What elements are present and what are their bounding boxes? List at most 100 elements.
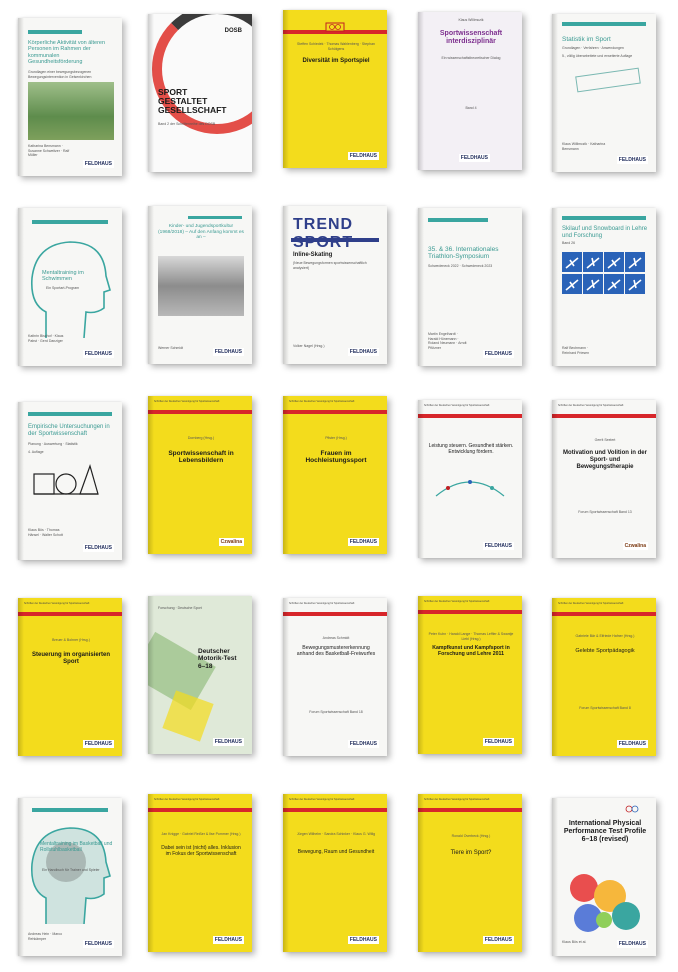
book-cover[interactable]: TREND SPORT Inline-Skating (Neue Bewegun… — [283, 206, 387, 364]
book-cover[interactable]: Schriften der Deutschen Vereinigung für … — [283, 794, 387, 952]
cover-stripe — [418, 808, 522, 812]
cover-photo — [28, 82, 114, 140]
publisher-logo: FELDHAUS — [347, 936, 379, 944]
cover-stripe — [148, 808, 252, 812]
cover-stripe — [562, 22, 646, 26]
book-title: Tiere im Sport? — [450, 850, 492, 856]
publisher-logo: FELDHAUS — [347, 740, 379, 748]
dvs-logo-icon — [325, 22, 345, 32]
book-edition: 5., völlig überarbeitete und erweiterte … — [562, 54, 633, 58]
book-subtitle: Planung · Auswertung · Statistik — [28, 442, 78, 446]
publisher-logo: FELDHAUS — [212, 936, 244, 944]
geometry-drawing-icon — [33, 464, 99, 495]
series-title: Schriften der Deutschen Vereinigung für … — [424, 798, 490, 801]
book-title: Diversität im Sportspiel — [302, 58, 370, 64]
publisher-logo: FELDHAUS — [616, 940, 648, 948]
book-authors: Ronald Overbeck (Hrsg.) — [451, 834, 491, 838]
publisher-logo: FELDHAUS — [482, 738, 514, 746]
book-title: Motivation und Volition in der Sport- un… — [563, 450, 647, 470]
book-band: Forum Sportwissenschaft Band 18 — [309, 710, 363, 714]
book-cover[interactable]: Schriften der Deutschen Vereinigung für … — [283, 396, 387, 554]
publisher-logo: FELDHAUS — [212, 738, 244, 746]
book-title: Empirische Untersuchungen in der Sportwi… — [28, 424, 110, 437]
book-title: Kampfkunst und Kampfsport in Forschung u… — [432, 645, 510, 657]
book-title: Statistik im Sport — [562, 36, 611, 43]
book-cover[interactable]: Schriften der Deutschen Vereinigung für … — [148, 794, 252, 952]
cover-stripe — [283, 410, 387, 414]
book-authors: Gabriele Bär & Elfriede Hafner (Hrsg.) — [575, 634, 635, 638]
series-title: Schriften der Deutschen Vereinigung für … — [289, 602, 355, 605]
book-subtitle: Ein wissenschaftstheoretischer Dialog — [441, 56, 501, 60]
book-authors: Gerrit Seelert — [594, 438, 616, 442]
book-cover[interactable]: Forschung · Deutsche Sport Deutscher Mot… — [148, 596, 252, 754]
publisher-logo: FELDHAUS — [82, 350, 114, 358]
book-cover[interactable]: Schriften der Deutschen Vereinigung für … — [148, 396, 252, 554]
book-authors: Dornberg (Hrsg.) — [187, 436, 215, 440]
brand-logo: TREND SPORT — [293, 216, 354, 252]
cover-stripe — [28, 30, 82, 34]
book-cover[interactable]: Körperliche Aktivität von älteren Person… — [18, 18, 122, 176]
book-cover[interactable]: Schriften der Deutschen Vereinigung für … — [418, 596, 522, 754]
book-band: Forum Sportwissenschaft Band 8 — [579, 706, 631, 710]
book-cover[interactable]: Empirische Untersuchungen in der Sportwi… — [18, 402, 122, 560]
book-cover[interactable]: Klaus Willimczik Sportwissenschaft inter… — [418, 12, 522, 170]
book-cover[interactable]: Schriften der Deutschen Vereinigung für … — [418, 794, 522, 952]
book-cover[interactable]: Schriften der Deutschen Vereinigung für … — [283, 598, 387, 756]
publisher-logo: FELDHAUS — [482, 936, 514, 944]
book-authors: Jürgen Wilhelm · Sandra Schinker · Klaus… — [296, 832, 376, 836]
book-cover[interactable]: Schriften der Deutschen Vereinigung für … — [552, 400, 656, 558]
book-cover[interactable]: Steffen Schiedek · Thomas Wahlenberg · S… — [283, 10, 387, 168]
publisher-logo: FELDHAUS — [82, 544, 114, 552]
book-band: Band 4 — [465, 106, 477, 110]
publisher-logo: FELDHAUS — [458, 154, 490, 162]
book-cover[interactable]: Kinder- und Jugendsportkultur (1968/2018… — [148, 206, 252, 364]
series-title: Schriften der Deutschen Vereinigung für … — [289, 798, 355, 801]
series-title: Schriften der Deutschen Vereinigung für … — [154, 400, 220, 403]
publisher-logo: FELDHAUS — [616, 156, 648, 164]
series-title: Schriften der Deutschen Vereinigung für … — [154, 798, 220, 801]
book-cover[interactable]: International Physical Performance Test … — [552, 798, 656, 956]
book-title: Sportwissenschaft in Lebensbildern — [168, 450, 234, 465]
book-cover[interactable]: Mentaltraining im Basketball und Rollstu… — [18, 798, 122, 956]
publisher-logo: Czwalina — [218, 538, 244, 546]
book-title: International Physical Performance Test … — [563, 820, 647, 844]
book-edition: 4. Auflage — [28, 450, 44, 454]
series-title: Schriften der Deutschen Vereinigung für … — [424, 600, 490, 603]
book-title: Sportwissenschaft interdisziplinär — [439, 30, 503, 46]
book-cover[interactable]: Schriften der Deutschen Vereinigung für … — [418, 400, 522, 558]
book-cover[interactable]: Mentaltraining im Schwimmen Ein Sportart… — [18, 208, 122, 366]
book-cover[interactable]: 35. & 36. Internationales Triathlon-Symp… — [418, 208, 522, 366]
book-authors: Klaus Willimczik · Katharina Bensmann — [562, 142, 606, 151]
publisher-logo: FELDHAUS — [347, 538, 379, 546]
publisher-logo: FELDHAUS — [347, 348, 379, 356]
book-title: Körperliche Aktivität von älteren Person… — [28, 40, 106, 65]
book-authors: Klaus Bös · Thomas Hänsel · Walter Schot… — [28, 528, 63, 537]
book-cover[interactable]: Schriften der Deutschen Vereinigung für … — [552, 598, 656, 756]
book-authors: Breuer & Bohner (Hrsg.) — [52, 638, 90, 642]
publisher-logo: FELDHAUS — [82, 940, 114, 948]
cover-stripe — [428, 218, 488, 222]
series-title: Schriften der Deutschen Vereinigung für … — [558, 602, 624, 605]
cover-stripe — [291, 238, 379, 242]
athletes-illustration-icon — [570, 874, 640, 932]
book-cover[interactable]: Skilauf und Snowboard in Lehre und Forsc… — [552, 208, 656, 366]
book-cover[interactable]: Schriften der Deutschen Vereinigung für … — [18, 598, 122, 756]
cover-photo — [158, 256, 244, 316]
book-cover[interactable]: Statistik im Sport Grundlagen · Verfahre… — [552, 14, 656, 172]
book-authors: Andreas Hein · Marco Rehkämper — [28, 932, 63, 941]
book-title: SPORT GESTALTET GESELLSCHAFT — [158, 87, 227, 115]
book-authors: Martin Engelhardt · Harald Hünemann · Ro… — [428, 332, 467, 350]
book-subtitle: Grundlagen einer bewegungsbezogenen Bewe… — [28, 70, 92, 79]
cover-stripe — [32, 220, 108, 224]
series-title: Schriften der Deutschen Vereinigung für … — [289, 400, 355, 403]
book-authors: Peter Kuhn · Harald Lange · Thomas Leffl… — [428, 632, 514, 641]
book-subtitle: (Neue Bewegungsformen sportwissenschaftl… — [293, 261, 367, 270]
cover-stripe — [188, 216, 242, 219]
book-subtitle: Ein Sportart-Program — [46, 286, 80, 290]
book-cover[interactable]: DOSB SPORT GESTALTET GESELLSCHAFT Band 2… — [148, 14, 252, 172]
cover-stripe — [148, 410, 252, 414]
book-authors: Andreas Schmidt — [322, 636, 350, 640]
book-subtitle: Schwedeneck 2022 · Schwedeneck 2023 — [428, 264, 493, 268]
book-author: Klaus Willimczik — [458, 18, 484, 22]
book-title: Bewegungsmustererkennung anhand des Bask… — [296, 645, 376, 657]
